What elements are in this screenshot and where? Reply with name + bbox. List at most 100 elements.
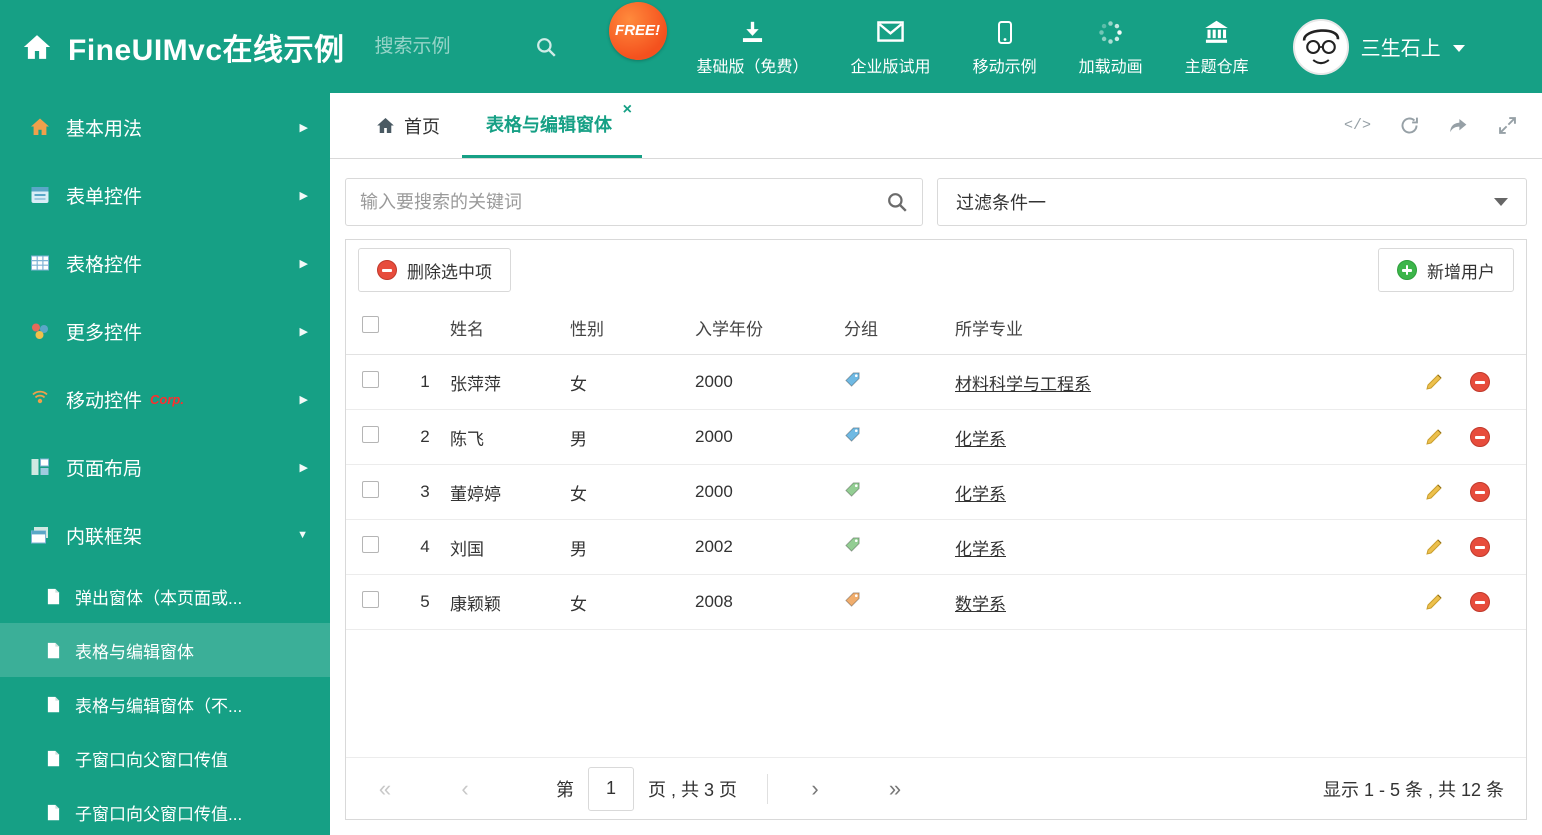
header-action-enterprise-trial[interactable]: 企业版试用 xyxy=(851,16,931,77)
edit-pencil-icon[interactable] xyxy=(1424,537,1444,557)
sidebar-subitem-label: 子窗口向父窗口传值 xyxy=(75,750,228,770)
sidebar-subitem-grid-edit-window[interactable]: 表格与编辑窗体 xyxy=(0,623,330,677)
prev-page-button[interactable]: ‹ xyxy=(448,776,482,802)
share-icon[interactable] xyxy=(1448,115,1469,136)
frame-icon xyxy=(30,525,50,545)
file-icon xyxy=(46,588,61,605)
tag-icon xyxy=(844,426,861,443)
header-action-basic-edition[interactable]: 基础版（免费） xyxy=(697,16,809,77)
row-checkbox[interactable] xyxy=(362,536,379,553)
search-icon[interactable] xyxy=(886,191,908,213)
fullscreen-icon[interactable] xyxy=(1497,115,1518,136)
tab-label: 表格与编辑窗体 xyxy=(486,115,612,135)
user-name: 三生石上 xyxy=(1360,38,1441,60)
envelope-icon xyxy=(876,16,905,46)
select-all-checkbox[interactable] xyxy=(362,316,379,333)
source-code-icon[interactable]: </> xyxy=(1344,117,1371,134)
mobile-icon xyxy=(993,16,1017,46)
sidebar-item-iframe[interactable]: 内联框架 ▼ xyxy=(0,501,330,569)
header-action-label: 基础版（免费） xyxy=(696,59,809,76)
major-link[interactable]: 化学系 xyxy=(955,485,1006,504)
minus-circle-icon xyxy=(377,260,397,280)
sidebar-subitem-child-to-parent-2[interactable]: 子窗口向父窗口传值... xyxy=(0,785,330,835)
close-icon[interactable]: × xyxy=(623,102,632,118)
row-checkbox[interactable] xyxy=(362,426,379,443)
row-checkbox[interactable] xyxy=(362,481,379,498)
sidebar-item-more-controls[interactable]: 更多控件 ▶ xyxy=(0,297,330,365)
major-link[interactable]: 化学系 xyxy=(955,540,1006,559)
cell-name: 张萍萍 xyxy=(450,374,501,394)
tab-grid-edit-window[interactable]: 表格与编辑窗体 × xyxy=(462,93,642,158)
main-area: 首页 表格与编辑窗体 × </> 输入要搜索的关键词 过滤条件一 删除选中项 新… xyxy=(330,93,1542,835)
edit-pencil-icon[interactable] xyxy=(1424,592,1444,612)
next-page-button[interactable]: › xyxy=(798,776,832,802)
sidebar-item-mobile-controls[interactable]: 移动控件 Corp. ▶ xyxy=(0,365,330,433)
add-button-label: 新增用户 xyxy=(1427,262,1495,282)
tag-icon xyxy=(844,591,861,608)
app-window: FineUIMvc在线示例 FREE! 基础版（免费） 企业版试用 xyxy=(0,0,1542,835)
delete-row-icon[interactable] xyxy=(1470,537,1490,557)
page-number-input[interactable] xyxy=(588,766,634,811)
header-action-label: 加载动画 xyxy=(1078,59,1143,76)
cell-year: 2002 xyxy=(695,537,733,556)
table-row: 2 陈飞 男 2000 化学系 xyxy=(346,410,1526,465)
sidebar-item-label: 移动控件 Corp. xyxy=(66,386,284,413)
sidebar-item-basic-usage[interactable]: 基本用法 ▶ xyxy=(0,93,330,161)
major-link[interactable]: 数学系 xyxy=(955,595,1006,614)
delete-row-icon[interactable] xyxy=(1470,372,1490,392)
header-action-theme-store[interactable]: 主题仓库 xyxy=(1185,16,1249,77)
sidebar-subitem-label: 子窗口向父窗口传值... xyxy=(75,804,243,824)
filter-row: 过滤条件一 xyxy=(345,178,1527,226)
delete-selected-button[interactable]: 删除选中项 xyxy=(358,248,511,292)
chevron-down-icon xyxy=(1452,44,1465,52)
edit-pencil-icon[interactable] xyxy=(1424,427,1444,447)
major-link[interactable]: 化学系 xyxy=(955,430,1006,449)
delete-row-icon[interactable] xyxy=(1470,482,1490,502)
sidebar-subitem-label: 表格与编辑窗体 xyxy=(75,642,194,662)
last-page-button[interactable]: » xyxy=(878,776,912,802)
pager-divider xyxy=(767,773,769,804)
row-index: 2 xyxy=(420,427,430,446)
header-action-loading-animation[interactable]: 加载动画 xyxy=(1079,16,1143,77)
app-title: FineUIMvc在线示例 xyxy=(68,33,345,67)
first-page-button[interactable]: « xyxy=(368,776,402,802)
sidebar-subitem-grid-edit-window-no[interactable]: 表格与编辑窗体（不... xyxy=(0,677,330,731)
avatar xyxy=(1292,18,1349,75)
cell-name: 董婷婷 xyxy=(450,484,501,504)
sidebar-subitem-popup-window[interactable]: 弹出窗体（本页面或... xyxy=(0,569,330,623)
edit-pencil-icon[interactable] xyxy=(1424,372,1444,392)
chevron-right-icon: ▶ xyxy=(299,121,308,134)
header-action-mobile-demo[interactable]: 移动示例 xyxy=(973,16,1037,77)
delete-row-icon[interactable] xyxy=(1470,592,1490,612)
pagination-bar: « ‹ 第 页 , 共 3 页 › » 显示 1 - 5 条 , 共 12 条 xyxy=(346,757,1526,819)
user-menu[interactable]: 三生石上 xyxy=(1292,18,1465,75)
search-icon[interactable] xyxy=(535,36,557,58)
cell-name: 康颖颖 xyxy=(450,594,501,614)
sidebar-item-label: 页面布局 xyxy=(66,458,143,480)
delete-row-icon[interactable] xyxy=(1470,427,1490,447)
page-label-suffix: 页 , 共 3 页 xyxy=(648,779,738,800)
sidebar-item-form-controls[interactable]: 表单控件 ▶ xyxy=(0,161,330,229)
home-icon[interactable] xyxy=(22,32,52,62)
chevron-right-icon: ▶ xyxy=(299,461,308,474)
edit-pencil-icon[interactable] xyxy=(1424,482,1444,502)
row-checkbox[interactable] xyxy=(362,371,379,388)
free-badge: FREE! xyxy=(608,1,667,60)
add-user-button[interactable]: 新增用户 xyxy=(1378,248,1514,292)
record-summary: 显示 1 - 5 条 , 共 12 条 xyxy=(1322,779,1504,800)
keyword-search-input[interactable] xyxy=(360,191,878,213)
refresh-icon[interactable] xyxy=(1399,115,1420,136)
column-header-year: 入学年份 xyxy=(695,319,763,339)
cell-name: 刘国 xyxy=(450,539,484,559)
top-header: FineUIMvc在线示例 FREE! 基础版（免费） 企业版试用 xyxy=(0,0,1542,93)
tab-home[interactable]: 首页 xyxy=(354,93,462,158)
sidebar-item-page-layout[interactable]: 页面布局 ▶ xyxy=(0,433,330,501)
major-link[interactable]: 材料科学与工程系 xyxy=(955,375,1091,394)
header-search-input[interactable] xyxy=(374,35,525,58)
table-row: 4 刘国 男 2002 化学系 xyxy=(346,520,1526,575)
filter-dropdown[interactable]: 过滤条件一 xyxy=(937,178,1527,226)
sidebar-subitem-child-to-parent[interactable]: 子窗口向父窗口传值 xyxy=(0,731,330,785)
row-checkbox[interactable] xyxy=(362,591,379,608)
cell-gender: 男 xyxy=(570,539,587,559)
sidebar-item-grid-controls[interactable]: 表格控件 ▶ xyxy=(0,229,330,297)
